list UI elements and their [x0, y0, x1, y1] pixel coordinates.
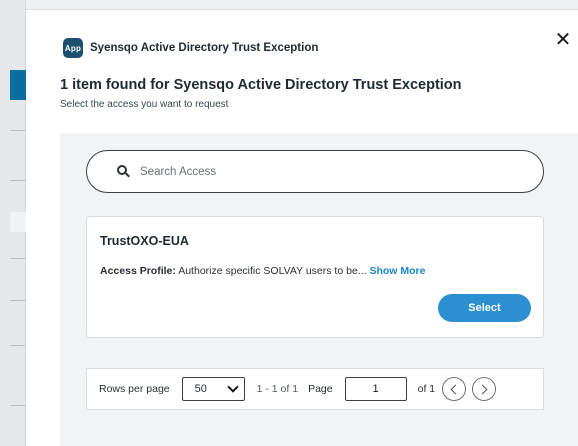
rows-per-page-select[interactable]: 50 [181, 377, 245, 401]
rows-per-page-label: Rows per page [99, 383, 170, 395]
background-header [26, 0, 578, 10]
background-divider [10, 345, 26, 346]
select-button[interactable]: Select [438, 294, 531, 322]
rows-per-page-value: 50 [194, 383, 207, 395]
background-page [0, 0, 26, 446]
access-item-description: Access Profile: Authorize specific SOLVA… [100, 265, 425, 277]
background-divider [10, 258, 26, 259]
access-item-name: TrustOXO-EUA [100, 234, 189, 248]
page-number-input[interactable] [344, 377, 407, 401]
results-panel: TrustOXO-EUA Access Profile: Authorize s… [60, 133, 578, 446]
chevron-down-icon [226, 381, 239, 393]
search-input[interactable] [140, 165, 520, 178]
pagination-bar: Rows per page 50 1 - 1 of 1 Page of 1 [86, 368, 544, 410]
app-badge-icon: App [63, 38, 83, 58]
show-more-link[interactable]: Show More [369, 265, 425, 277]
background-divider [10, 180, 26, 181]
previous-page-button[interactable] [442, 377, 467, 401]
background-divider [10, 405, 26, 406]
dialog-subtitle: Select the access you want to request [60, 99, 229, 110]
page-range: 1 - 1 of 1 [256, 383, 299, 395]
search-box[interactable] [86, 150, 544, 193]
background-row [10, 212, 26, 232]
dialog-title: 1 item found for Syensqo Active Director… [60, 77, 462, 93]
access-item-type: Access Profile: [100, 265, 176, 277]
background-nav-highlight [10, 70, 26, 100]
next-page-button[interactable] [472, 377, 497, 401]
access-item-text: Authorize specific SOLVAY users to be... [178, 265, 367, 277]
page-total: of 1 [417, 383, 436, 395]
background-divider [10, 300, 26, 301]
access-item-card: TrustOXO-EUA Access Profile: Authorize s… [86, 216, 544, 338]
close-icon[interactable]: ✕ [554, 30, 572, 50]
page-label: Page [308, 383, 333, 395]
background-divider [10, 130, 26, 131]
chevron-right-icon [477, 384, 488, 394]
search-icon [117, 165, 130, 178]
app-name: Syensqo Active Directory Trust Exception [90, 42, 319, 54]
chevron-left-icon [450, 384, 461, 394]
app-header: App Syensqo Active Directory Trust Excep… [63, 38, 318, 58]
request-access-dialog: App Syensqo Active Directory Trust Excep… [27, 11, 578, 446]
